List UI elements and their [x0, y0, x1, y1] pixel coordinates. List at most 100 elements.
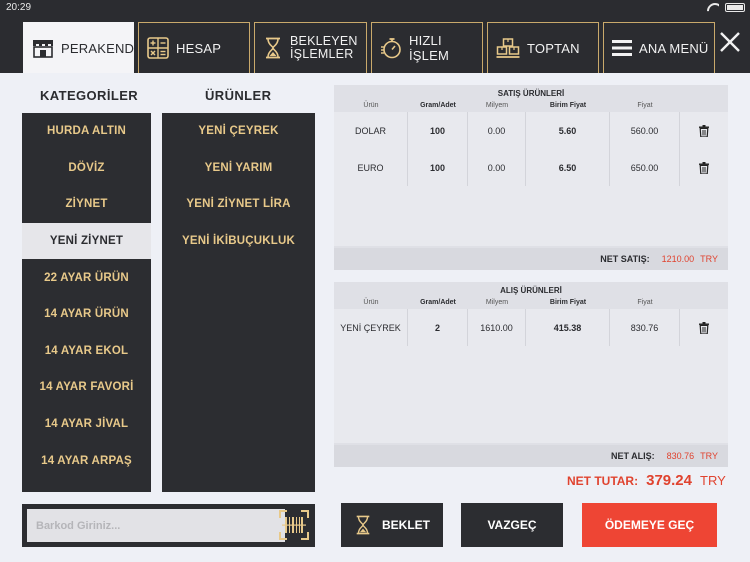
tab-label: HIZLI İŞLEM — [409, 33, 450, 63]
trash-icon — [699, 161, 709, 174]
cell-fiyat: 560.00 — [610, 112, 680, 149]
net-purchase-footer: NET ALIŞ: 830.76 TRY — [334, 445, 728, 467]
status-time: 20:29 — [6, 2, 32, 13]
sales-table-title: SATIŞ ÜRÜNLERİ — [497, 89, 565, 98]
hold-button[interactable]: BEKLET — [341, 503, 443, 547]
boxes-icon — [496, 38, 520, 58]
cancel-button-label: VAZGEÇ — [487, 518, 537, 532]
wifi-icon — [707, 3, 719, 12]
tab-bekleyen-islemler[interactable]: BEKLEYEN İŞLEMLER — [254, 22, 367, 73]
product-item-yeni-yarim[interactable]: YENİ YARIM — [162, 150, 315, 187]
category-item-doviz[interactable]: DÖVİZ — [22, 150, 151, 187]
column-header: Fiyat — [637, 298, 653, 306]
tab-toptan[interactable]: TOPTAN — [487, 22, 599, 73]
barcode-scan-icon[interactable] — [279, 510, 309, 540]
cell-gram: 2 — [408, 309, 468, 346]
category-item-14-ayar-arpas[interactable]: 14 AYAR ARPAŞ — [22, 442, 151, 479]
cell-fiyat: 830.76 — [610, 309, 680, 346]
tab-hesap[interactable]: HESAP — [138, 22, 250, 73]
payment-button-label: ÖDEMEYE GEÇ — [604, 518, 695, 532]
category-item-14-ayar-ekol[interactable]: 14 AYAR EKOL — [22, 333, 151, 370]
purchase-table-body: YENİ ÇEYREK 2 1610.00 415.38 830.76 — [334, 309, 728, 443]
cell-gram: 100 — [408, 149, 468, 186]
cell-urun: EURO — [334, 149, 408, 186]
close-icon[interactable] — [718, 30, 742, 54]
delete-row-button[interactable] — [680, 149, 728, 186]
hourglass-icon — [356, 515, 370, 535]
tab-perakende[interactable]: PERAKENDE — [23, 22, 143, 73]
delete-row-button[interactable] — [680, 112, 728, 149]
sales-table-header: Ürün Gram/Adet Milyem Birim Fiyat Fiyat — [334, 98, 728, 112]
trash-icon — [699, 321, 709, 334]
sales-table: SATIŞ ÜRÜNLERİ Ürün Gram/Adet Milyem Bir… — [334, 85, 728, 270]
table-row[interactable]: YENİ ÇEYREK 2 1610.00 415.38 830.76 — [334, 309, 728, 346]
net-total-value: 379.24 — [646, 472, 692, 489]
category-item-ziynet[interactable]: ZİYNET — [22, 186, 151, 223]
column-header: Milyem — [485, 101, 509, 109]
net-total: NET TUTAR: 379.24 TRY — [567, 472, 726, 489]
net-purchase-value: 830.76 — [666, 451, 695, 461]
cell-urun: DOLAR — [334, 112, 408, 149]
products-list: YENİ ÇEYREK YENİ YARIM YENİ ZİYNET LİRA … — [162, 113, 315, 492]
tab-label: ANA MENÜ — [639, 40, 709, 56]
column-header: Gram/Adet — [420, 101, 456, 109]
category-item-14-ayar-jival[interactable]: 14 AYAR JİVAL — [22, 406, 151, 443]
net-purchase-currency: TRY — [700, 451, 718, 461]
barcode-input[interactable] — [27, 509, 285, 542]
net-sales-footer: NET SATIŞ: 1210.00 TRY — [334, 248, 728, 270]
column-header: Ürün — [363, 298, 379, 306]
calculator-icon — [147, 37, 169, 59]
net-sales-currency: TRY — [700, 254, 718, 264]
product-item-yeni-ikibucukluk[interactable]: YENİ İKİBUÇUKLUK — [162, 223, 315, 260]
tab-ana-menu[interactable]: ANA MENÜ — [603, 22, 715, 73]
barcode-bar — [22, 504, 315, 547]
delete-row-button[interactable] — [680, 309, 728, 346]
sales-table-body: DOLAR 100 0.00 5.60 560.00 EURO 100 0.00… — [334, 112, 728, 246]
battery-icon — [725, 3, 745, 12]
tab-label-line2: İŞLEMLER — [290, 47, 354, 61]
cell-gram: 100 — [408, 112, 468, 149]
product-item-yeni-ziynet-lira[interactable]: YENİ ZİYNET LİRA — [162, 186, 315, 223]
tab-label-line1: BEKLEYEN — [290, 34, 358, 48]
category-item-14-ayar-favori[interactable]: 14 AYAR FAVORİ — [22, 369, 151, 406]
net-total-label: NET TUTAR: — [567, 474, 639, 488]
net-total-currency: TRY — [700, 473, 726, 488]
trash-icon — [699, 124, 709, 137]
column-header: Ürün — [363, 101, 379, 109]
tab-label: HESAP — [176, 40, 222, 56]
top-bar: 20:29 PERAKENDE HESAP BEKLEYEN İŞLEMLER … — [0, 0, 750, 73]
table-row[interactable]: DOLAR 100 0.00 5.60 560.00 — [334, 112, 728, 149]
category-item-22-ayar-urun[interactable]: 22 AYAR ÜRÜN — [22, 259, 151, 296]
product-item-yeni-ceyrek[interactable]: YENİ ÇEYREK — [162, 113, 315, 150]
column-header: Milyem — [485, 298, 509, 306]
category-item-yeni-ziynet[interactable]: YENİ ZİYNET — [22, 222, 151, 260]
products-title: ÜRÜNLER — [205, 88, 272, 103]
category-item-14-ayar-urun[interactable]: 14 AYAR ÜRÜN — [22, 296, 151, 333]
category-item-hurda-altin[interactable]: HURDA ALTIN — [22, 113, 151, 150]
status-icons — [707, 3, 745, 12]
purchase-table: ALIŞ ÜRÜNLERİ Ürün Gram/Adet Milyem Biri… — [334, 282, 728, 467]
cell-birim-fiyat: 415.38 — [526, 309, 610, 346]
cell-milyem: 0.00 — [468, 112, 526, 149]
menu-icon — [612, 40, 632, 56]
purchase-table-title: ALIŞ ÜRÜNLERİ — [500, 286, 562, 295]
cell-birim-fiyat: 5.60 — [526, 112, 610, 149]
net-purchase-label: NET ALIŞ: — [610, 451, 655, 461]
cell-urun: YENİ ÇEYREK — [334, 309, 408, 346]
tab-label: PERAKENDE — [61, 40, 143, 56]
proceed-to-payment-button[interactable]: ÖDEMEYE GEÇ — [582, 503, 717, 547]
cell-milyem: 1610.00 — [468, 309, 526, 346]
categories-title: KATEGORİLER — [40, 88, 139, 103]
net-sales-value: 1210.00 — [661, 254, 695, 264]
column-header: Birim Fiyat — [549, 298, 587, 306]
cell-milyem: 0.00 — [468, 149, 526, 186]
column-header: Fiyat — [637, 101, 653, 109]
categories-list: HURDA ALTIN DÖVİZ ZİYNET YENİ ZİYNET 22 … — [22, 113, 151, 492]
cancel-button[interactable]: VAZGEÇ — [461, 503, 563, 547]
table-row[interactable]: EURO 100 0.00 6.50 650.00 — [334, 149, 728, 186]
tab-hizli-islem[interactable]: HIZLI İŞLEM — [371, 22, 483, 73]
stopwatch-icon — [381, 38, 401, 59]
purchase-table-header: Ürün Gram/Adet Milyem Birim Fiyat Fiyat — [334, 295, 728, 309]
column-header: Birim Fiyat — [549, 101, 587, 109]
cell-birim-fiyat: 6.50 — [526, 149, 610, 186]
